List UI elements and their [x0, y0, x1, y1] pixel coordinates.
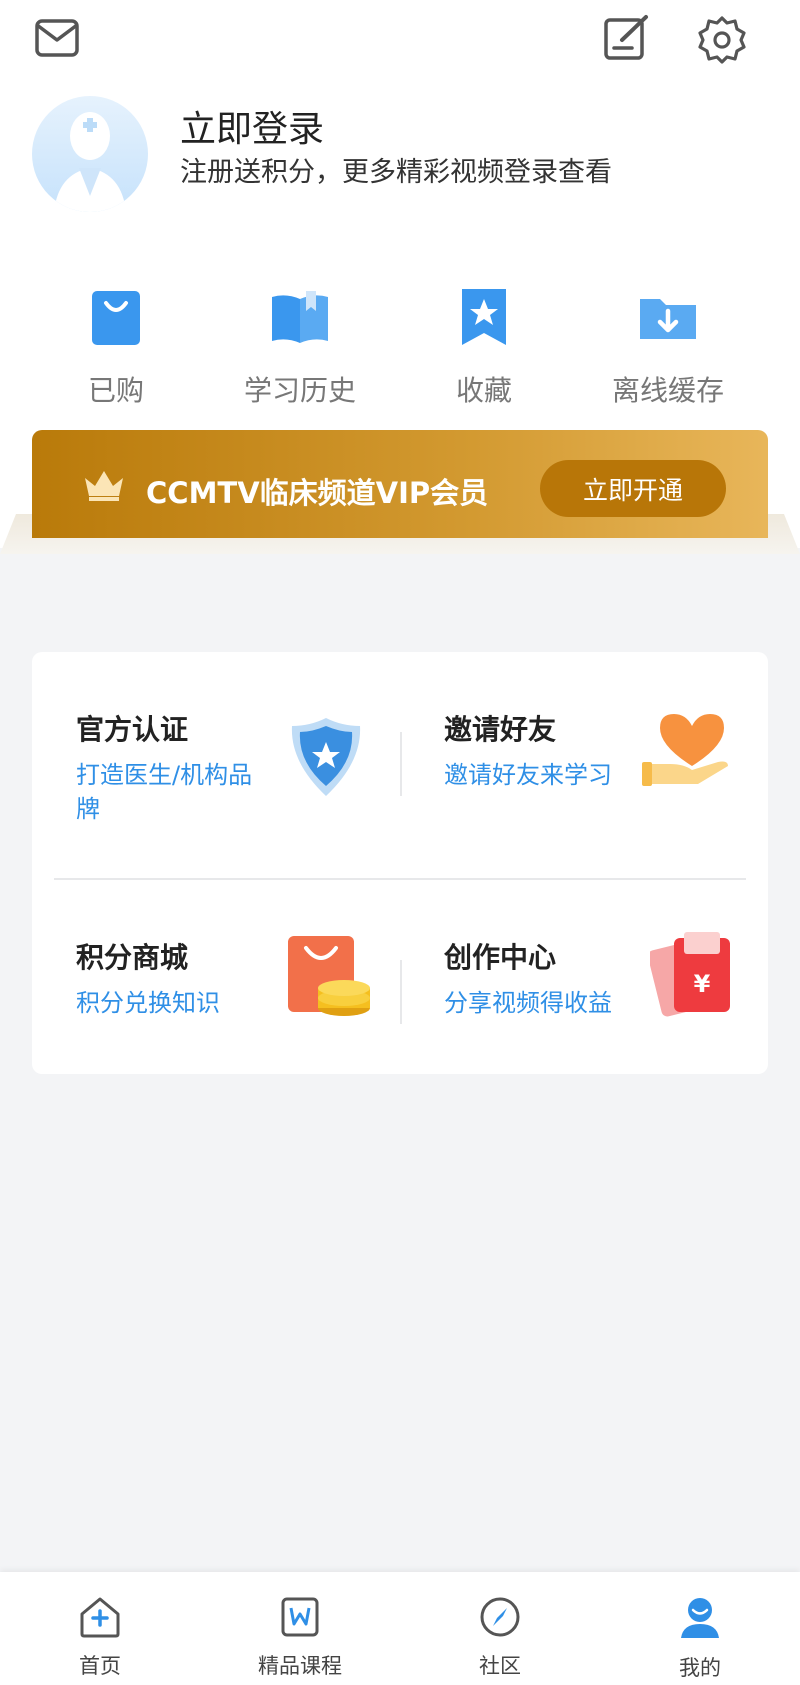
service-subtitle: 分享视频得收益 [444, 989, 612, 1017]
service-title: 邀请好友 [444, 713, 557, 746]
service-creation-center[interactable]: 创作中心 分享视频得收益 ¥ [400, 880, 768, 1091]
quick-action-purchased[interactable]: 已购 [24, 285, 208, 415]
login-subtitle: 注册送积分，更多精彩视频登录查看 [180, 157, 612, 188]
avatar[interactable] [32, 96, 148, 212]
doctor-avatar-icon [54, 112, 126, 212]
quick-action-label: 学习历史 [243, 374, 356, 407]
user-icon [681, 1598, 719, 1638]
vip-title: CCMTV临床频道VIP会员 [146, 476, 489, 510]
message-button[interactable] [28, 8, 88, 68]
login-title[interactable]: 立即登录 [180, 100, 324, 152]
edit-button[interactable] [596, 8, 656, 68]
tab-label: 我的 [679, 1656, 721, 1680]
gear-icon [698, 16, 746, 64]
shopping-bag-icon [92, 291, 140, 345]
bag-coins-icon [288, 936, 370, 1016]
quick-action-offline[interactable]: 离线缓存 [576, 285, 760, 415]
quick-action-label: 离线缓存 [611, 374, 724, 407]
download-folder-icon [640, 299, 696, 339]
envelope-icon [35, 19, 79, 57]
service-official-certification[interactable]: 官方认证 打造医生/机构品牌 [32, 652, 400, 863]
course-book-icon [281, 1597, 319, 1637]
service-subtitle: 邀请好友来学习 [444, 761, 612, 789]
service-subtitle: 积分兑换知识 [76, 989, 220, 1017]
tab-community[interactable]: 社区 [400, 1572, 600, 1685]
service-subtitle: 打造医生/机构品牌 [76, 761, 253, 823]
service-invite-friends[interactable]: 邀请好友 邀请好友来学习 [400, 652, 768, 863]
edit-note-icon [604, 15, 648, 60]
tab-label: 首页 [79, 1654, 121, 1678]
crown-icon [85, 471, 123, 501]
quick-action-label: 已购 [87, 374, 144, 407]
svg-text:¥: ¥ [694, 970, 711, 998]
red-envelope-icon: ¥ [650, 932, 730, 1017]
star-bookmark-icon [462, 289, 506, 345]
home-plus-icon [80, 1597, 120, 1638]
bottom-tab-bar: 首页 精品课程 社区 我的 [0, 1572, 800, 1685]
services-card: 官方认证 打造医生/机构品牌 邀请好友 邀请好友来学习 积分商城 积分兑换知识 [32, 652, 768, 1074]
quick-action-history[interactable]: 学习历史 [208, 285, 392, 415]
service-title: 积分商城 [76, 941, 189, 974]
service-title: 创作中心 [444, 941, 557, 974]
service-points-mall[interactable]: 积分商城 积分兑换知识 [32, 880, 400, 1091]
tab-home[interactable]: 首页 [0, 1572, 200, 1685]
settings-button[interactable] [692, 10, 752, 70]
heart-hand-icon [642, 714, 728, 786]
shield-star-icon [291, 718, 361, 796]
tab-label: 精品课程 [258, 1654, 342, 1678]
vip-banner[interactable]: CCMTV临床频道VIP会员 立即开通 [32, 430, 768, 538]
tab-mine[interactable]: 我的 [600, 1572, 800, 1685]
tab-courses[interactable]: 精品课程 [200, 1572, 400, 1685]
vip-open-button[interactable]: 立即开通 [540, 460, 726, 517]
open-book-icon [272, 291, 328, 343]
tab-label: 社区 [479, 1654, 521, 1678]
quick-action-favorites[interactable]: 收藏 [392, 285, 576, 415]
quick-action-label: 收藏 [455, 374, 512, 407]
service-title: 官方认证 [76, 713, 189, 746]
compass-icon [480, 1597, 520, 1637]
